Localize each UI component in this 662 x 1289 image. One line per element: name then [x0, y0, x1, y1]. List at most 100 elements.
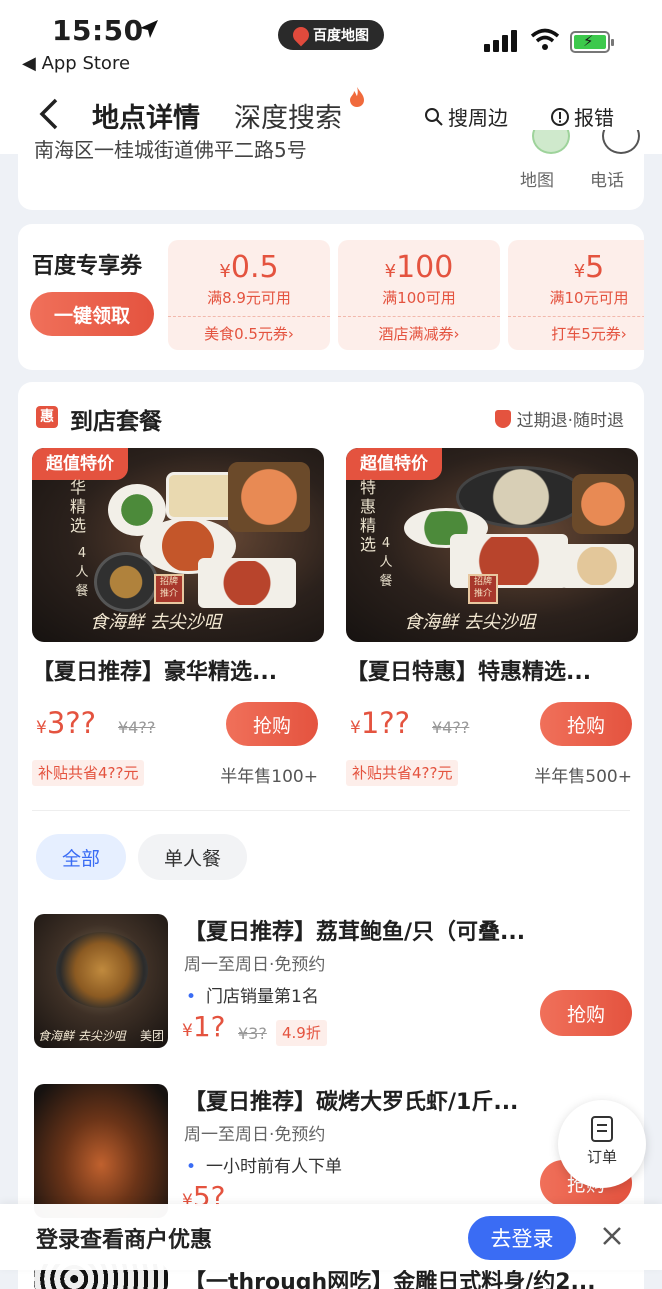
- section-divider: [32, 810, 630, 811]
- filter-all[interactable]: 全部: [36, 834, 127, 880]
- claim-all-button[interactable]: 一键领取: [30, 292, 154, 336]
- deal-highlight: 门店销量第1名: [186, 982, 319, 1007]
- value-deal-badge: 超值特价: [32, 448, 128, 480]
- login-banner: 登录查看商户优惠 去登录: [0, 1204, 662, 1270]
- back-to-app-store[interactable]: ◀ App Store: [22, 53, 130, 74]
- close-icon[interactable]: [600, 1224, 624, 1248]
- package-price: ¥3??: [36, 706, 97, 740]
- map-pin-icon: [289, 23, 313, 47]
- cellular-signal-icon: [484, 30, 517, 52]
- coupon-condition: 满10元可用: [549, 289, 629, 307]
- food-plate: [572, 474, 634, 534]
- food-plate: [198, 558, 296, 608]
- coupon-label[interactable]: 美食0.5元券›: [168, 316, 330, 350]
- package-image[interactable]: 超值特价 华精选 4人餐 招牌 推介 食海鲜 去尖沙咀: [32, 448, 324, 642]
- location-arrow-icon: [140, 20, 158, 38]
- phone-action-label[interactable]: 电话: [590, 166, 624, 191]
- food-plate: [560, 544, 634, 588]
- refund-guarantee: 过期退·随时退: [494, 406, 624, 431]
- package-original-price: ¥4??: [118, 718, 156, 737]
- deal-filter-tabs: 全部 单人餐: [36, 834, 248, 880]
- coupon-item[interactable]: ¥100 满100可用 酒店满减券›: [338, 240, 500, 350]
- subsidy-saving-tag: 补贴共省4??元: [32, 760, 145, 786]
- deal-availability: 周一至周日·免预约: [184, 1125, 326, 1145]
- coupon-label[interactable]: 打车5元券›: [508, 316, 644, 350]
- coupon-amount: ¥5: [573, 250, 605, 285]
- food-plate: [94, 552, 158, 612]
- order-document-icon: [591, 1116, 613, 1142]
- clock: 15:50: [52, 14, 144, 47]
- status-bar: 15:50 ◀ App Store 百度地图 ⚡: [0, 0, 662, 80]
- refund-guarantee-text: 过期退·随时退: [516, 411, 624, 431]
- package-vertical-title: 特惠精选: [359, 478, 376, 554]
- buy-button[interactable]: 抢购: [540, 702, 632, 746]
- package-name[interactable]: 【夏日特惠】特惠精选...: [346, 654, 638, 686]
- package-vertical-sub: 4人餐: [75, 546, 89, 599]
- charging-bolt-icon: ⚡: [583, 32, 594, 50]
- deal-thumbnail[interactable]: 食海鲜 去尖沙咀 美团: [34, 914, 168, 1048]
- hot-fire-icon: [350, 87, 364, 107]
- deal-list-item[interactable]: 【夏日推荐】碳烤大罗氏虾/1斤... 周一至周日·免预约 一小时前有人下单 ¥5…: [34, 1084, 632, 1224]
- food-plate: [166, 472, 236, 520]
- deal-availability: 周一至周日·免预约: [184, 955, 326, 975]
- buy-button[interactable]: 抢购: [226, 702, 318, 746]
- alert-circle-icon: [551, 107, 569, 126]
- wifi-icon: [530, 28, 560, 50]
- deal-discount-tag: 4.9折: [276, 1020, 327, 1046]
- subsidy-saving-tag: 补贴共省4??元: [346, 760, 459, 786]
- map-icon[interactable]: [532, 130, 570, 154]
- thumbnail-source-tag: 美团: [139, 1029, 164, 1043]
- deals-card: 惠 到店套餐 过期退·随时退 超值特价 华精选 4人餐 招牌 推介 食海鲜 去尖…: [18, 382, 644, 1289]
- value-deal-badge: 超值特价: [346, 448, 442, 480]
- coupon-label[interactable]: 酒店满减券›: [338, 316, 500, 350]
- buy-button[interactable]: 抢购: [540, 990, 632, 1036]
- package-card[interactable]: 超值特价 特惠精选 4人餐 招牌 推介 食海鲜 去尖沙咀 【夏日特惠】特惠精选.…: [346, 448, 638, 787]
- abalone-bowl: [56, 932, 148, 1008]
- package-card[interactable]: 超值特价 华精选 4人餐 招牌 推介 食海鲜 去尖沙咀 【夏日推荐】豪华精选..…: [32, 448, 324, 787]
- report-error-button[interactable]: 报错: [550, 102, 614, 131]
- place-address: 南海区一桂城街道佛平二路5号: [34, 138, 307, 162]
- thumbnail-slogan: 食海鲜 去尖沙咀: [38, 1029, 126, 1043]
- address-card: 南海区一桂城街道佛平二路5号 地图 电话: [18, 130, 644, 210]
- nearby-label: 搜周边: [448, 106, 508, 130]
- package-original-price: ¥4??: [432, 718, 470, 737]
- battery-icon: ⚡: [570, 31, 614, 53]
- app-indicator-pill: 百度地图: [278, 20, 384, 50]
- signature-seal: 招牌 推介: [468, 574, 498, 604]
- restaurant-slogan: 食海鲜 去尖沙咀: [404, 612, 536, 633]
- login-button[interactable]: 去登录: [468, 1216, 576, 1260]
- deal-title[interactable]: 【夏日推荐】荔茸鲍鱼/只（可叠...: [184, 914, 604, 946]
- phone-icon[interactable]: [602, 130, 640, 154]
- signature-seal: 招牌 推介: [154, 574, 184, 604]
- nearby-search-button[interactable]: 搜周边: [424, 102, 508, 131]
- deal-original-price: ¥3?: [238, 1024, 267, 1043]
- sales-count: 半年售100+: [220, 767, 318, 787]
- discount-badge-icon: 惠: [36, 406, 58, 428]
- search-icon: [425, 107, 443, 126]
- coupon-card: 百度专享券 一键领取 ¥0.5 满8.9元可用 美食0.5元券› ¥100 满1…: [18, 224, 644, 370]
- coupon-item[interactable]: ¥5 满10元可用 打车5元券›: [508, 240, 644, 350]
- sales-count: 半年售500+: [534, 767, 632, 787]
- map-action-label[interactable]: 地图: [520, 166, 554, 191]
- login-prompt-text: 登录查看商户优惠: [36, 1228, 213, 1253]
- restaurant-slogan: 食海鲜 去尖沙咀: [90, 612, 222, 633]
- coupon-item[interactable]: ¥0.5 满8.9元可用 美食0.5元券›: [168, 240, 330, 350]
- deal-list-item[interactable]: 食海鲜 去尖沙咀 美团 【夏日推荐】荔茸鲍鱼/只（可叠... 周一至周日·免预约…: [34, 914, 632, 1054]
- app-pill-label: 百度地图: [313, 28, 369, 44]
- package-image[interactable]: 超值特价 特惠精选 4人餐 招牌 推介 食海鲜 去尖沙咀: [346, 448, 638, 642]
- back-arrow-icon[interactable]: [36, 96, 66, 132]
- deal-title[interactable]: 【夏日推荐】碳烤大罗氏虾/1斤...: [184, 1084, 604, 1116]
- deals-title: 到店套餐: [70, 409, 162, 435]
- deal-thumbnail[interactable]: [34, 1084, 168, 1218]
- coupon-condition: 满100可用: [382, 289, 456, 307]
- deal-highlight: 一小时前有人下单: [186, 1152, 342, 1177]
- coupon-section-title: 百度专享券: [32, 254, 143, 279]
- package-vertical-sub: 4人餐: [379, 536, 393, 589]
- package-price: ¥1??: [350, 706, 411, 740]
- filter-single-meal[interactable]: 单人餐: [138, 834, 248, 880]
- shield-icon: [494, 409, 511, 428]
- orders-float-button[interactable]: 订单: [558, 1100, 646, 1188]
- package-name[interactable]: 【夏日推荐】豪华精选...: [32, 654, 324, 686]
- coupon-amount: ¥100: [384, 250, 454, 285]
- deal-price: ¥1?: [182, 1010, 226, 1043]
